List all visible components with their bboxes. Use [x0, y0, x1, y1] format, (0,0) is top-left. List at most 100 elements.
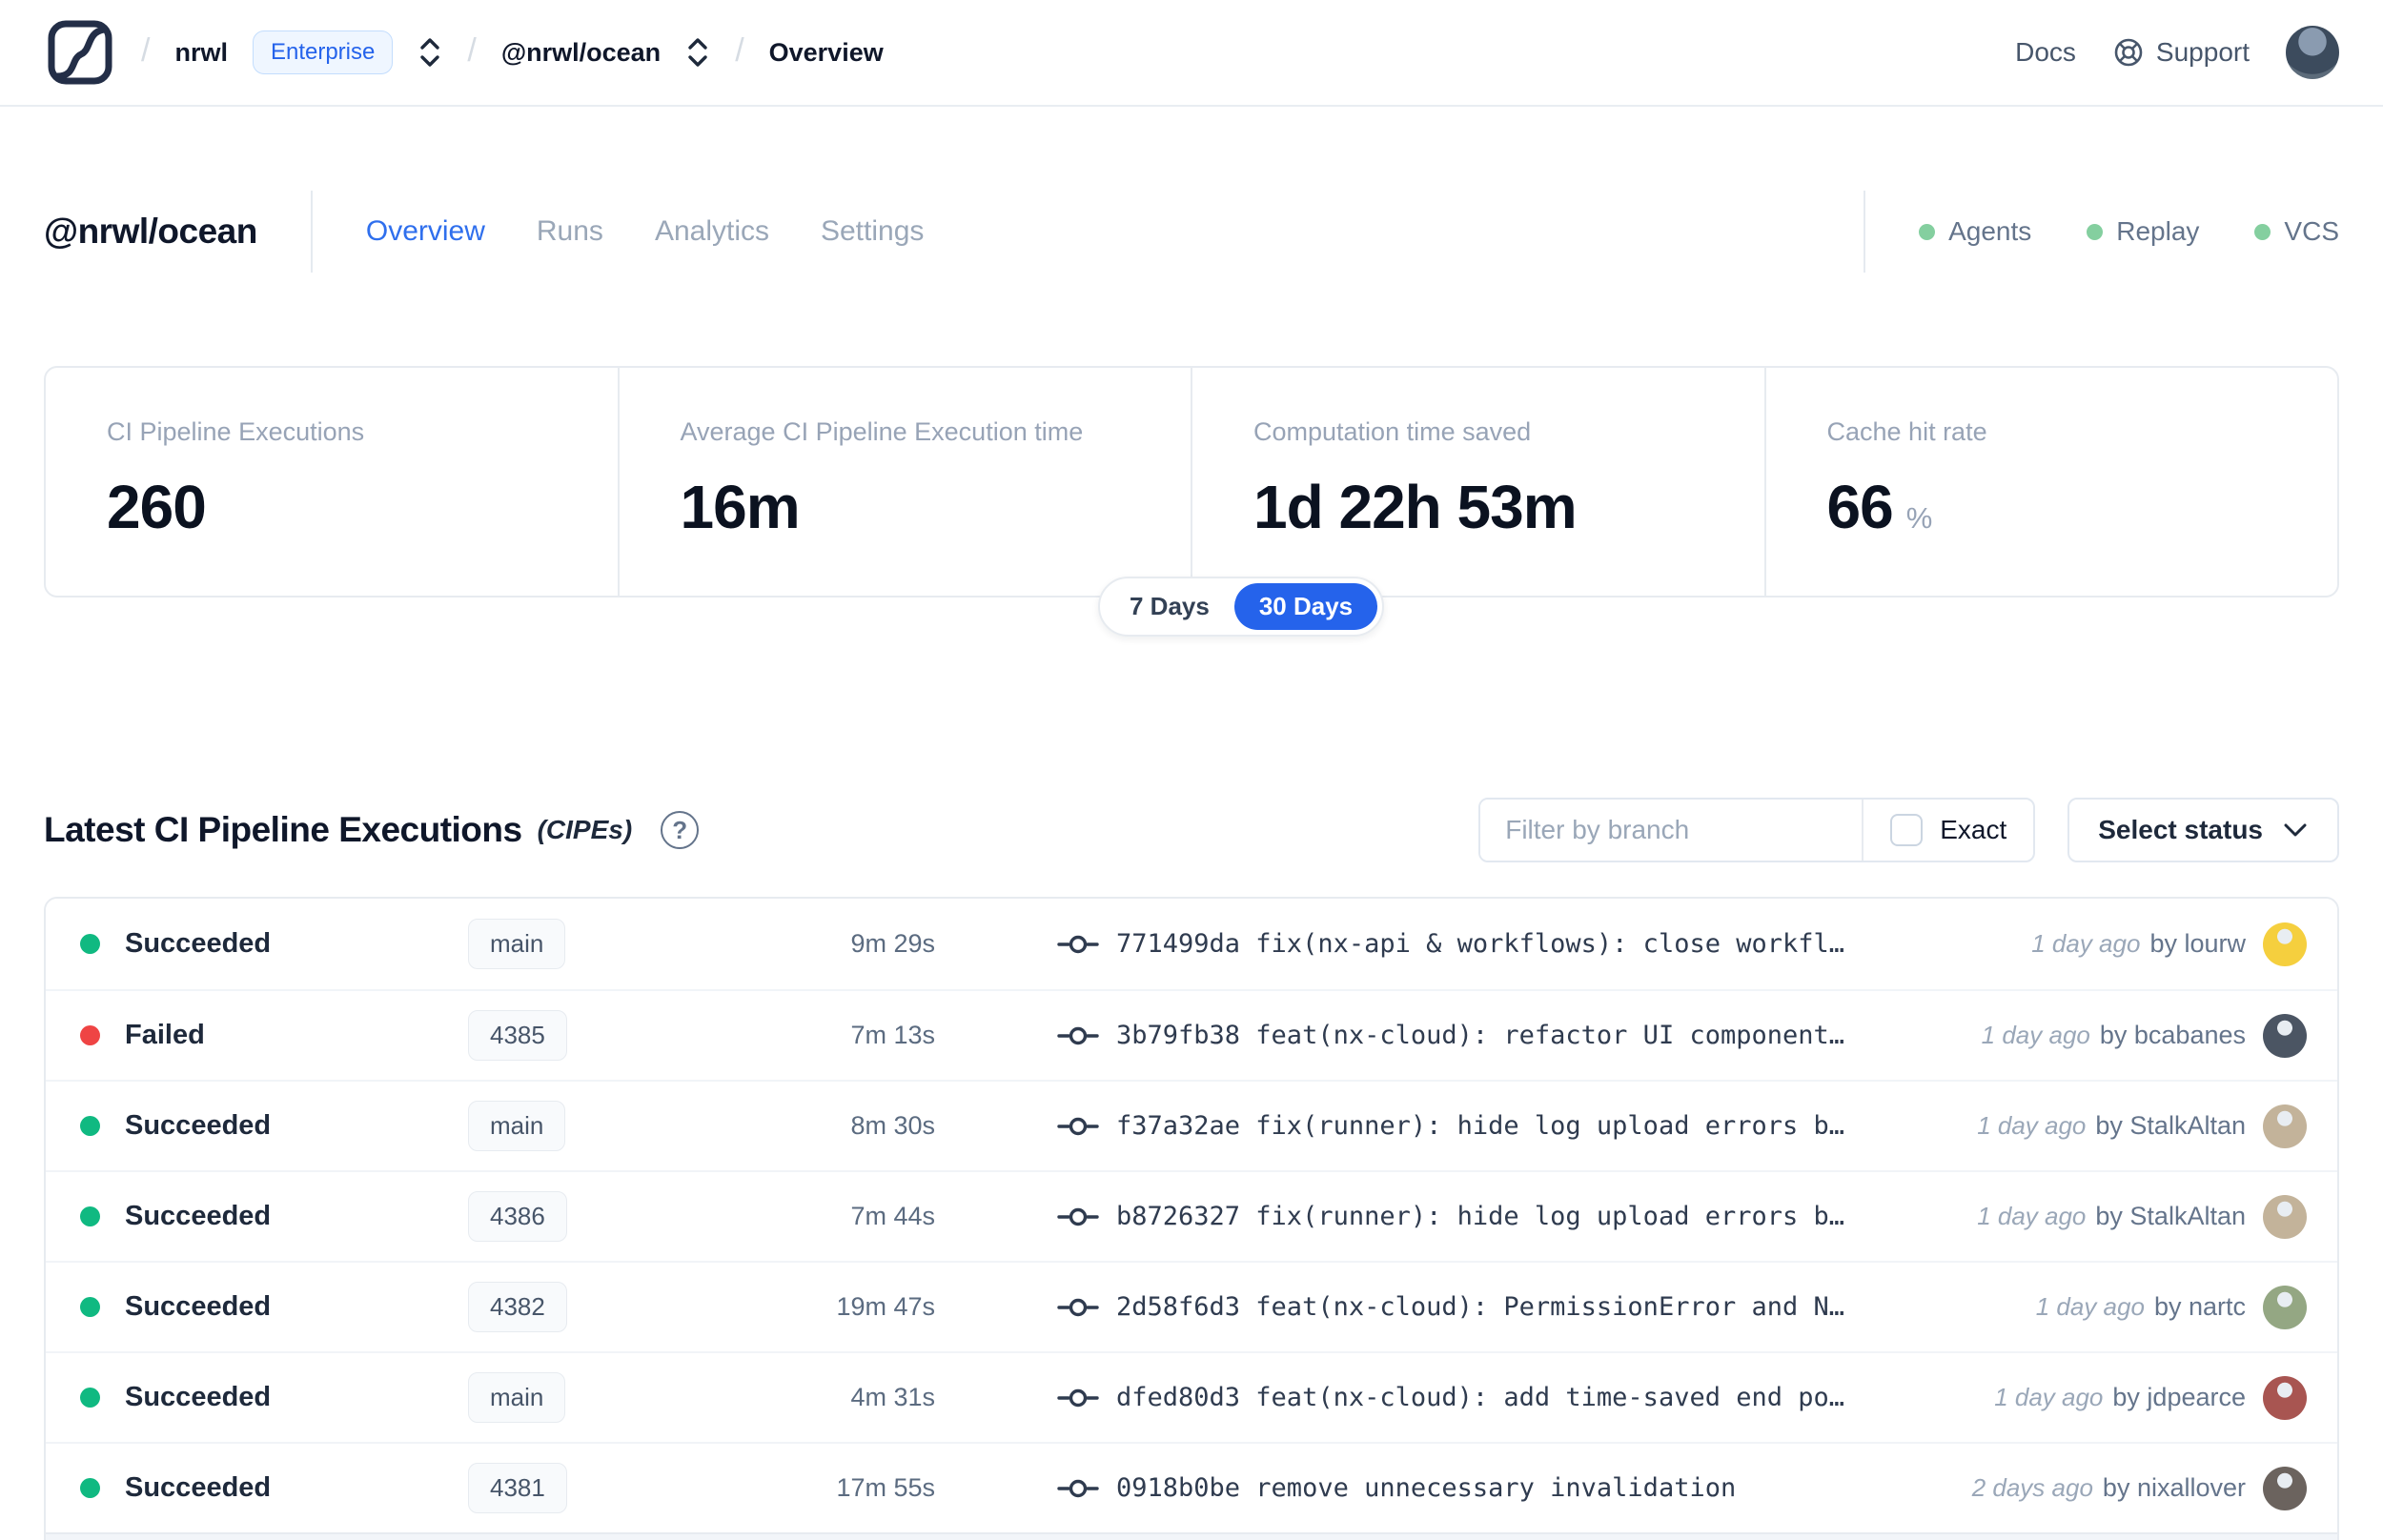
commit-link[interactable]: dfed80d3 feat(nx-cloud): add time-saved …	[1057, 1383, 1975, 1412]
status-dot	[80, 1206, 100, 1226]
duration-label: 7m 13s	[850, 1021, 935, 1049]
table-row[interactable]: Succeeded main 8m 30s f37a32ae fix(runne…	[46, 1080, 2337, 1170]
status-dot	[80, 1297, 100, 1317]
stat-average-execution-time: Average CI Pipeline Execution time 16m	[617, 368, 1192, 596]
section-subtitle: (CIPEs)	[537, 815, 633, 844]
row-meta: 1 day ago by bcabanes	[1982, 1021, 2246, 1050]
feature-replay[interactable]: Replay	[2087, 216, 2199, 247]
author-avatar[interactable]	[2263, 1466, 2307, 1510]
feature-vcs-label: VCS	[2284, 216, 2339, 246]
branch-badge[interactable]: 4382	[468, 1282, 567, 1332]
select-status-button[interactable]: Select status	[2067, 798, 2339, 862]
feature-agents[interactable]: Agents	[1919, 216, 2031, 247]
row-meta: 1 day ago by nartc	[2036, 1292, 2246, 1322]
author-label: by nixallover	[2102, 1473, 2246, 1502]
commit-link[interactable]: 2d58f6d3 feat(nx-cloud): PermissionError…	[1057, 1292, 2017, 1322]
author-avatar[interactable]	[2263, 1104, 2307, 1148]
row-meta: 1 day ago by lourw	[2031, 929, 2246, 959]
commit-link[interactable]: 0918b0be remove unnecessary invalidation	[1057, 1473, 1953, 1503]
time-ago-label: 1 day ago	[1977, 1202, 2087, 1230]
stat-computation-time-saved: Computation time saved 1d 22h 53m	[1191, 368, 1764, 596]
status-label: Succeeded	[125, 1110, 272, 1141]
row-meta: 1 day ago by jdpearce	[1994, 1383, 2246, 1412]
duration-label: 4m 31s	[850, 1383, 935, 1411]
duration-label: 8m 30s	[850, 1111, 935, 1140]
duration-label: 9m 29s	[850, 929, 935, 958]
top-navbar: / nrwl Enterprise / @nrwl/ocean / Overvi…	[0, 0, 2383, 107]
author-avatar[interactable]	[2263, 1194, 2307, 1239]
author-avatar[interactable]	[2263, 1285, 2307, 1329]
cipe-table: Succeeded main 9m 29s 771499da fix(nx-ap…	[44, 897, 2339, 1540]
docs-link[interactable]: Docs	[2015, 37, 2076, 68]
range-30-days[interactable]: 30 Days	[1233, 583, 1378, 630]
help-icon[interactable]: ?	[661, 811, 700, 849]
breadcrumb-org[interactable]: nrwl	[174, 38, 228, 68]
branch-badge[interactable]: 4386	[468, 1191, 567, 1242]
branch-filter-group: Exact	[1478, 798, 2036, 862]
enterprise-badge: Enterprise	[252, 30, 394, 74]
breadcrumb-separator: /	[735, 31, 744, 69]
nx-cloud-logo-icon[interactable]	[44, 16, 116, 89]
section-title: Latest CI Pipeline Executions	[44, 810, 522, 849]
table-row[interactable]: Succeeded 4381 17m 55s 0918b0be remove u…	[46, 1442, 2337, 1532]
range-7-days[interactable]: 7 Days	[1105, 583, 1234, 630]
status-label: Succeeded	[125, 1291, 272, 1322]
author-avatar[interactable]	[2263, 1013, 2307, 1058]
chevron-down-icon	[2282, 821, 2309, 839]
git-commit-icon	[1057, 1386, 1099, 1410]
cipe-section-header: Latest CI Pipeline Executions (CIPEs) ? …	[44, 798, 2339, 862]
support-label: Support	[2155, 37, 2250, 67]
exact-checkbox[interactable]	[1890, 814, 1924, 846]
branch-badge[interactable]: main	[468, 1101, 566, 1151]
branch-badge[interactable]: main	[468, 919, 566, 969]
feature-vcs[interactable]: VCS	[2254, 216, 2339, 247]
stat-ci-pipeline-executions: CI Pipeline Executions 260	[46, 368, 618, 596]
commit-link[interactable]: 3b79fb38 feat(nx-cloud): refactor UI com…	[1057, 1021, 1963, 1050]
user-avatar[interactable]	[2286, 26, 2339, 79]
branch-badge[interactable]: 4385	[468, 1010, 567, 1061]
commit-link[interactable]: f37a32ae fix(runner): hide log upload er…	[1057, 1111, 1958, 1141]
green-status-dot	[2254, 223, 2271, 240]
table-row[interactable]: Succeeded main 9m 29s 771499da fix(nx-ap…	[46, 899, 2337, 989]
branch-badge[interactable]: 4381	[468, 1463, 567, 1513]
git-commit-icon	[1057, 1295, 1099, 1320]
tab-overview[interactable]: Overview	[366, 215, 485, 248]
table-row[interactable]: Succeeded 4382 19m 47s 2d58f6d3 feat(nx-…	[46, 1261, 2337, 1351]
stat-value: 66 %	[1827, 472, 2338, 542]
table-row[interactable]: Succeeded main 4m 31s dfed80d3 feat(nx-c…	[46, 1351, 2337, 1442]
tab-analytics[interactable]: Analytics	[655, 215, 769, 248]
stat-value: 16m	[680, 473, 801, 541]
commit-link[interactable]: b8726327 fix(runner): hide log upload er…	[1057, 1202, 1958, 1231]
table-row[interactable]: Succeeded 4386 7m 44s b8726327 fix(runne…	[46, 1170, 2337, 1261]
author-avatar[interactable]	[2263, 1375, 2307, 1420]
branch-cell: 4386	[468, 1191, 783, 1242]
exact-filter: Exact	[1862, 800, 2033, 861]
breadcrumb-separator: /	[141, 31, 151, 69]
branch-cell: 4382	[468, 1282, 783, 1332]
workspace-switcher-icon[interactable]	[685, 35, 710, 70]
branch-filter-input[interactable]	[1480, 800, 1863, 861]
status-label: Succeeded	[125, 928, 272, 959]
author-avatar[interactable]	[2263, 922, 2307, 966]
author-label: by lourw	[2149, 929, 2246, 958]
table-row[interactable]: Failed 4385 7m 13s 3b79fb38 feat(nx-clou…	[46, 989, 2337, 1080]
branch-badge[interactable]: main	[468, 1372, 566, 1423]
author-label: by bcabanes	[2099, 1021, 2246, 1049]
org-switcher-icon[interactable]	[418, 35, 442, 70]
support-link[interactable]: Support	[2112, 36, 2250, 69]
commit-link[interactable]: 771499da fix(nx-api & workflows): close …	[1057, 929, 2012, 959]
branch-cell: main	[468, 919, 783, 969]
author-label: by StalkAltan	[2095, 1202, 2246, 1230]
status-dot	[80, 934, 100, 954]
status-label: Succeeded	[125, 1472, 272, 1503]
git-commit-icon	[1057, 1205, 1099, 1229]
tab-settings[interactable]: Settings	[821, 215, 924, 248]
breadcrumb-workspace[interactable]: @nrwl/ocean	[501, 38, 661, 68]
git-commit-icon	[1057, 1114, 1099, 1139]
time-ago-label: 1 day ago	[2031, 929, 2141, 958]
stats-section: CI Pipeline Executions 260 Average CI Pi…	[44, 366, 2339, 637]
tab-runs[interactable]: Runs	[537, 215, 603, 248]
git-commit-icon	[1057, 1476, 1099, 1501]
branch-cell: 4385	[468, 1010, 783, 1061]
commit-message: dfed80d3 feat(nx-cloud): add time-saved …	[1116, 1383, 1845, 1412]
